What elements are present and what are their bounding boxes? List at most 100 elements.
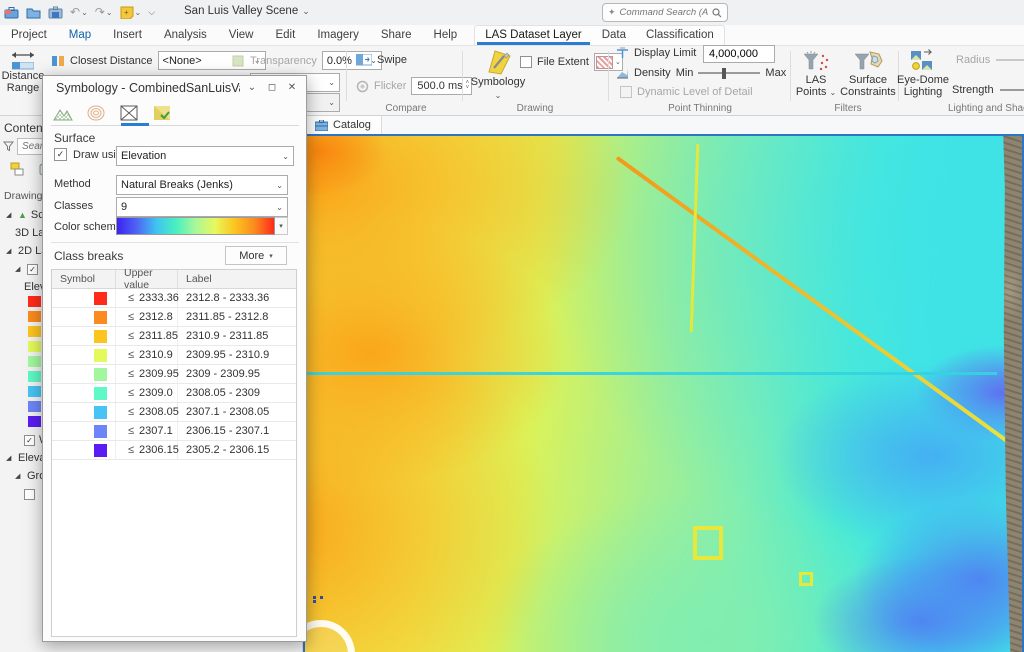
upper-value-cell[interactable]: ≤2311.85 bbox=[116, 327, 178, 345]
map-navigator[interactable] bbox=[303, 620, 355, 652]
label-cell[interactable]: 2305.2 - 2306.15 bbox=[178, 441, 296, 459]
pane-menu-icon[interactable]: ⌄ bbox=[244, 82, 260, 93]
label-cell[interactable]: 2311.85 - 2312.8 bbox=[178, 308, 296, 326]
class-break-row[interactable]: ≤2311.852310.9 - 2311.85 bbox=[52, 327, 296, 346]
add-notes-icon[interactable]: + ⌄ bbox=[120, 6, 142, 19]
class-break-row[interactable]: ≤2306.152305.2 - 2306.15 bbox=[52, 441, 296, 460]
strength-slider[interactable] bbox=[1000, 84, 1024, 96]
map-field-outline-large bbox=[693, 526, 723, 560]
upper-value-cell[interactable]: ≤2309.95 bbox=[116, 365, 178, 383]
radius-slider[interactable] bbox=[996, 54, 1024, 66]
upper-value-cell[interactable]: ≤2312.8 bbox=[116, 308, 178, 326]
tab-map[interactable]: Map bbox=[58, 26, 102, 45]
flicker-duration-spinner[interactable]: 500.0 ms ˄˅ bbox=[411, 77, 472, 95]
symbol-cell[interactable] bbox=[52, 365, 116, 383]
draw-using-checkbox[interactable]: ✓ bbox=[54, 148, 67, 161]
filter-icon[interactable] bbox=[3, 141, 14, 152]
display-limit-input[interactable] bbox=[703, 45, 775, 63]
points-symbology-tab[interactable] bbox=[51, 102, 75, 124]
layer-checkbox[interactable] bbox=[24, 489, 35, 500]
tab-view[interactable]: View bbox=[218, 26, 265, 45]
label-cell[interactable]: 2307.1 - 2308.05 bbox=[178, 403, 296, 421]
view-tab-strip: Catalog bbox=[303, 116, 1024, 134]
class-break-row[interactable]: ≤2310.92309.95 - 2310.9 bbox=[52, 346, 296, 365]
upper-value-cell[interactable]: ≤2307.1 bbox=[116, 422, 178, 440]
map-canvas[interactable] bbox=[305, 136, 1022, 652]
expander-icon[interactable]: ◢ bbox=[15, 472, 23, 480]
surface-constraints-button[interactable]: Surface Constraints bbox=[838, 48, 898, 98]
contours-symbology-tab[interactable] bbox=[84, 102, 108, 124]
class-break-row[interactable]: ≤2309.02308.05 - 2309 bbox=[52, 384, 296, 403]
label-cell[interactable]: 2312.8 - 2333.36 bbox=[178, 289, 296, 307]
class-break-row[interactable]: ≤2309.952309 - 2309.95 bbox=[52, 365, 296, 384]
upper-value-cell[interactable]: ≤2310.9 bbox=[116, 346, 178, 364]
command-search[interactable]: ✦ bbox=[602, 3, 728, 22]
distance-range-button[interactable]: Distance Range bbox=[4, 48, 42, 94]
expander-icon[interactable]: ◢ bbox=[6, 247, 14, 255]
classes-select[interactable]: 9⌄ bbox=[116, 197, 288, 217]
more-button[interactable]: More▾ bbox=[225, 246, 287, 265]
qat-customize-icon[interactable]: ⌵ bbox=[148, 7, 155, 18]
tab-edit[interactable]: Edit bbox=[264, 26, 306, 45]
class-break-row[interactable]: ≤2307.12306.15 - 2307.1 bbox=[52, 422, 296, 441]
color-scheme-caret-icon[interactable]: ▾ bbox=[275, 217, 288, 235]
tab-share[interactable]: Share bbox=[370, 26, 423, 45]
save-project-icon[interactable] bbox=[48, 6, 63, 19]
open-project-icon[interactable] bbox=[26, 6, 41, 19]
symbol-cell[interactable] bbox=[52, 346, 116, 364]
redo-icon[interactable]: ↷⌄ bbox=[95, 5, 113, 19]
eye-dome-lighting-button[interactable]: Eye-Dome Lighting bbox=[894, 48, 952, 98]
class-break-row[interactable]: ≤2312.82311.85 - 2312.8 bbox=[52, 308, 296, 327]
expander-icon[interactable]: ◢ bbox=[6, 454, 14, 462]
label-cell[interactable]: 2309 - 2309.95 bbox=[178, 365, 296, 383]
las-points-button[interactable]: LAS Points ⌄ bbox=[794, 48, 838, 99]
expander-icon[interactable]: ◢ bbox=[6, 211, 14, 219]
tab-classification[interactable]: Classification bbox=[636, 26, 724, 45]
symbol-cell[interactable] bbox=[52, 403, 116, 421]
surface-symbology-tab[interactable] bbox=[150, 102, 174, 124]
upper-value: 2310.9 bbox=[139, 349, 173, 361]
label-cell[interactable]: 2306.15 - 2307.1 bbox=[178, 422, 296, 440]
label-cell[interactable]: 2310.9 - 2311.85 bbox=[178, 327, 296, 345]
list-by-drawing-order-icon[interactable] bbox=[10, 162, 26, 177]
tab-imagery[interactable]: Imagery bbox=[306, 26, 370, 45]
edges-symbology-tab[interactable] bbox=[117, 102, 141, 124]
undo-icon[interactable]: ↶⌄ bbox=[70, 5, 88, 19]
symbol-cell[interactable] bbox=[52, 441, 116, 459]
new-project-icon[interactable] bbox=[4, 6, 19, 19]
tab-project[interactable]: Project bbox=[0, 26, 58, 45]
tab-insert[interactable]: Insert bbox=[102, 26, 153, 45]
swipe-button[interactable]: Swipe bbox=[356, 54, 407, 66]
command-search-input[interactable] bbox=[620, 7, 708, 18]
catalog-view-tab[interactable]: Catalog bbox=[307, 116, 382, 134]
upper-value-cell[interactable]: ≤2309.0 bbox=[116, 384, 178, 402]
upper-value-cell[interactable]: ≤2333.36 bbox=[116, 289, 178, 307]
tab-help[interactable]: Help bbox=[423, 26, 469, 45]
expander-icon[interactable]: ◢ bbox=[15, 265, 23, 273]
color-scheme-picker[interactable]: ▾ bbox=[116, 217, 288, 235]
method-select[interactable]: Natural Breaks (Jenks)⌄ bbox=[116, 175, 288, 195]
class-break-row[interactable]: ≤2308.052307.1 - 2308.05 bbox=[52, 403, 296, 422]
symbol-cell[interactable] bbox=[52, 308, 116, 326]
dynamic-lod-checkbox[interactable] bbox=[620, 86, 632, 98]
file-extent-checkbox[interactable] bbox=[520, 56, 532, 68]
layer-checkbox[interactable]: ✓ bbox=[27, 264, 38, 275]
density-slider[interactable] bbox=[698, 67, 760, 79]
label-cell[interactable]: 2308.05 - 2309 bbox=[178, 384, 296, 402]
tab-las-dataset-layer[interactable]: LAS Dataset Layer bbox=[475, 26, 592, 45]
upper-value-cell[interactable]: ≤2308.05 bbox=[116, 403, 178, 421]
symbol-cell[interactable] bbox=[52, 327, 116, 345]
tab-data[interactable]: Data bbox=[592, 26, 636, 45]
tab-analysis[interactable]: Analysis bbox=[153, 26, 218, 45]
draw-using-select[interactable]: Elevation⌄ bbox=[116, 146, 294, 166]
pane-dock-icon[interactable]: ◻ bbox=[264, 82, 280, 93]
symbol-cell[interactable] bbox=[52, 289, 116, 307]
pane-close-icon[interactable]: ✕ bbox=[284, 82, 300, 93]
upper-value-cell[interactable]: ≤2306.15 bbox=[116, 441, 178, 459]
label-cell[interactable]: 2309.95 - 2310.9 bbox=[178, 346, 296, 364]
layer-checkbox[interactable]: ✓ bbox=[24, 435, 35, 446]
title-caret-icon[interactable]: ⌄ bbox=[302, 6, 310, 16]
symbol-cell[interactable] bbox=[52, 422, 116, 440]
symbol-cell[interactable] bbox=[52, 384, 116, 402]
class-break-row[interactable]: ≤2333.362312.8 - 2333.36 bbox=[52, 289, 296, 308]
